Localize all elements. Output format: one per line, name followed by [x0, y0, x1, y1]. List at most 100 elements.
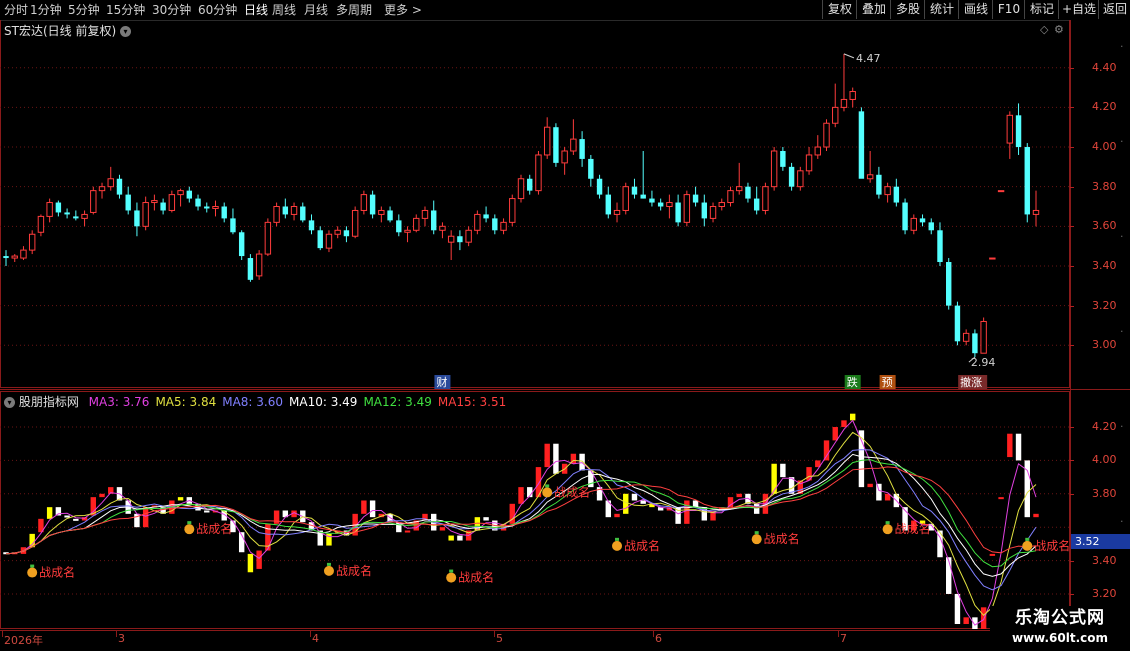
period-tab-10[interactable]: 更多 > — [384, 2, 422, 18]
indicator-panel[interactable]: ▾ 股朋指标网 MA3: 3.76 MA5: 3.84 MA8: 3.60 MA10:… — [0, 391, 1070, 629]
ma-line-2 — [5, 449, 1037, 591]
candle-body-82 — [718, 202, 725, 207]
candle-body-101 — [884, 186, 891, 196]
candle-body-77 — [675, 202, 681, 223]
toolbar-button-8[interactable]: 返回 — [1098, 0, 1130, 19]
toolbar-button-5[interactable]: F10 — [992, 0, 1025, 19]
period-tab-5[interactable]: 60分钟 — [198, 2, 237, 18]
ind-bar-5 — [46, 507, 53, 519]
toolbar-button-2[interactable]: 多股 — [890, 0, 925, 19]
event-label-1[interactable]: 跌 — [844, 375, 861, 389]
price-chart-panel[interactable]: ST宏达(日线 前复权) ▾ ◇ ⚙ 4.47 2.94 财跌预撤涨 — [0, 20, 1070, 389]
event-label-0[interactable]: 财 — [434, 375, 451, 389]
period-tab-2[interactable]: 5分钟 — [68, 2, 100, 18]
signal-dot-7 — [882, 524, 893, 535]
event-text-1: 跌 — [847, 375, 858, 389]
candle-body-71 — [622, 186, 629, 211]
candle-36 — [317, 226, 323, 251]
indicator-chart[interactable]: 战成名战成名战成名 战成名战成名战成名 战成名战成名战成名 — [0, 391, 1070, 629]
toolbar-button-4[interactable]: 画线 — [958, 0, 993, 19]
signal-leaf-3 — [449, 569, 454, 573]
candle-92 — [805, 147, 813, 175]
ind-bar-8 — [73, 518, 79, 521]
signal-dot-5 — [612, 540, 623, 551]
candle-46 — [404, 226, 411, 243]
candle-60 — [527, 174, 533, 195]
event-label-2[interactable]: 预 — [879, 375, 896, 389]
period-tab-3[interactable]: 15分钟 — [106, 2, 145, 18]
ind-bar-20 — [177, 497, 184, 501]
period-tab-9[interactable]: 多周期 — [336, 2, 372, 18]
ind-tickmark-0 — [1070, 427, 1074, 429]
ind-bar-11 — [99, 493, 105, 498]
candle-26 — [230, 208, 236, 235]
candle-62 — [543, 117, 551, 159]
watermark: 乐淘公式网 www.60lt.com — [990, 606, 1130, 650]
candle-32 — [282, 198, 289, 219]
candle-27 — [238, 230, 245, 261]
date-tickmark-5 — [838, 631, 839, 637]
ind-bar-16 — [142, 507, 149, 528]
candle-body-85 — [745, 186, 751, 199]
candle-74 — [649, 190, 655, 207]
period-tab-6[interactable]: 日线 — [244, 2, 268, 18]
ind-bar-98 — [858, 430, 865, 488]
candle-49 — [431, 200, 437, 235]
candle-body-7 — [64, 212, 70, 215]
ind-bar-55 — [483, 517, 489, 521]
candle-body-92 — [805, 154, 813, 172]
side-marker-5: · — [1120, 515, 1124, 528]
ind-bar-100 — [876, 483, 882, 501]
ind-bar-94 — [823, 440, 830, 461]
signal-label-5: 战成名 — [624, 538, 660, 553]
toolbar-button-3[interactable]: 统计 — [924, 0, 959, 19]
candle-105 — [919, 214, 926, 227]
candle-56 — [492, 214, 498, 235]
price-tick-2: 4.00 — [1092, 140, 1117, 154]
ind-bar-97 — [849, 413, 856, 421]
candle-87 — [762, 182, 769, 215]
candle-57 — [500, 218, 507, 235]
candle-body-40 — [351, 209, 359, 237]
candlestick-chart[interactable]: 4.47 2.94 财 跌 预 撤涨 — [0, 20, 1070, 389]
price-tick-4: 3.60 — [1092, 219, 1117, 233]
candle-body-37 — [325, 233, 333, 249]
candle-body-64 — [561, 150, 568, 164]
period-tab-7[interactable]: 周线 — [272, 2, 296, 18]
candle-body-18 — [160, 202, 166, 211]
candle-48 — [421, 206, 429, 227]
period-tab-8[interactable]: 月线 — [304, 2, 328, 18]
candle-body-17 — [151, 200, 158, 204]
candle-112 — [980, 317, 987, 354]
candle-body-10 — [90, 190, 97, 213]
candle-99 — [866, 150, 874, 183]
candle-body-62 — [543, 126, 551, 156]
toolbar-button-0[interactable]: 复权 — [822, 0, 857, 19]
candle-78 — [683, 190, 691, 227]
period-toolbar: 分时 1分钟 5分钟 15分钟 30分钟 60分钟 日线 周线 月线 多周期 更多 > 复权 叠加 多股… — [0, 0, 1130, 21]
candle-50 — [439, 222, 446, 239]
candle-body-111 — [972, 333, 978, 354]
toolbar-button-1[interactable]: 叠加 — [856, 0, 891, 19]
signal-label-3: 战成名 — [458, 570, 494, 585]
event-label-3[interactable]: 撤涨 — [958, 375, 988, 389]
candle-body-80 — [701, 202, 708, 219]
period-tab-4[interactable]: 30分钟 — [152, 2, 191, 18]
candle-body-88 — [770, 150, 778, 188]
ind-bar-72 — [631, 493, 638, 501]
toolbar-button-6[interactable]: 标记 — [1024, 0, 1059, 19]
candle-body-117 — [1024, 147, 1030, 215]
toolbar-button-7[interactable]: +自选 — [1058, 0, 1099, 19]
candle-body-83 — [727, 190, 734, 204]
current-price-tag: 3.52 — [1071, 533, 1130, 549]
candle-body-57 — [500, 221, 507, 231]
price-tick-6: 3.20 — [1092, 298, 1117, 312]
candle-body-70 — [613, 209, 621, 215]
candle-114 — [997, 190, 1005, 193]
candle-29 — [255, 250, 263, 280]
ind-bar-112 — [980, 607, 987, 629]
candle-76 — [666, 194, 673, 219]
period-tab-0[interactable]: 分时 — [4, 2, 28, 18]
period-tab-1[interactable]: 1分钟 — [30, 2, 62, 18]
ind-bar-62 — [544, 443, 550, 468]
